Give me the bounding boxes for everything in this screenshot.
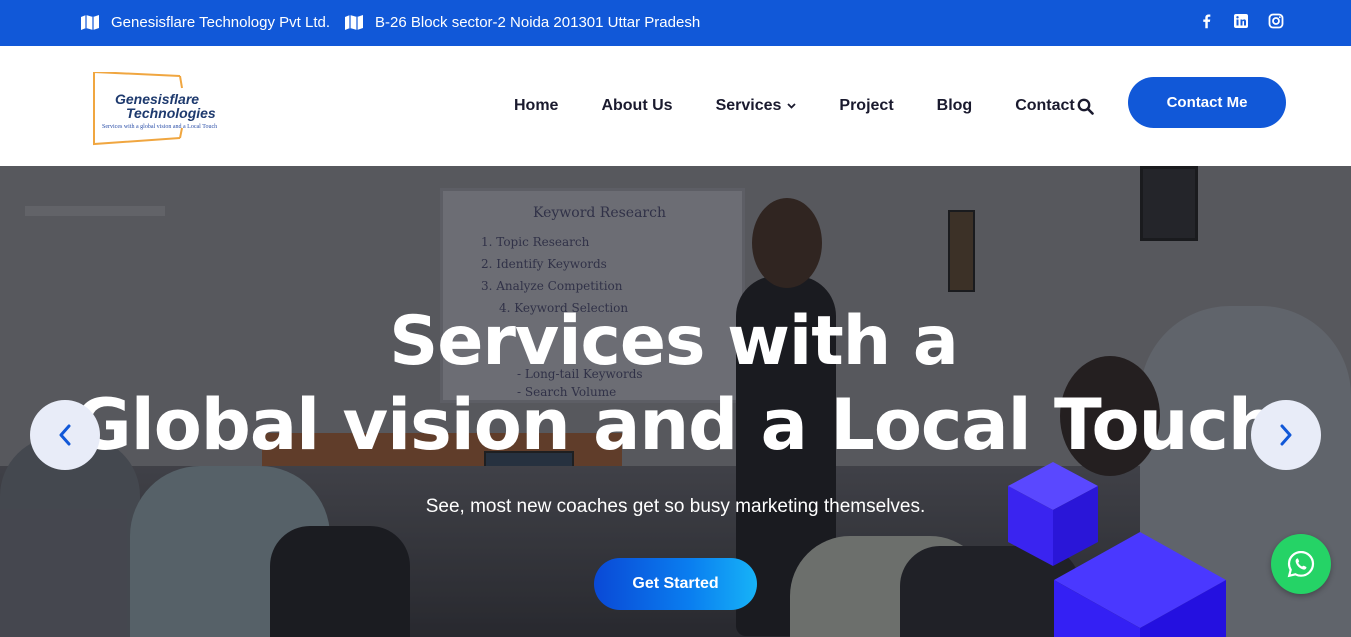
social-links xyxy=(1198,13,1285,30)
nav-services-label: Services xyxy=(715,97,782,114)
nav-about-us[interactable]: About Us xyxy=(601,97,672,115)
hero-subtitle: See, most new coaches get so busy market… xyxy=(425,496,926,517)
address-text: B-26 Block sector-2 Noida 201301 Uttar P… xyxy=(375,14,701,31)
facebook-icon[interactable] xyxy=(1198,13,1215,30)
chevron-down-icon xyxy=(787,103,797,109)
chevron-right-icon xyxy=(1280,424,1292,446)
nav-blog[interactable]: Blog xyxy=(937,97,973,115)
linkedin-icon[interactable] xyxy=(1233,13,1250,30)
hero-title-line2: Global vision and a Local Touch xyxy=(74,384,1277,466)
company-info: Genesisflare Technology Pvt Ltd. xyxy=(81,14,330,31)
top-info-bar: Genesisflare Technology Pvt Ltd. B-26 Bl… xyxy=(0,0,1351,46)
hero-slider: Keyword Research 1. Topic Research 2. Id… xyxy=(0,166,1351,637)
nav-contact[interactable]: Contact xyxy=(1015,97,1075,115)
map-icon xyxy=(81,15,99,30)
nav-project[interactable]: Project xyxy=(839,97,893,115)
nav-home[interactable]: Home xyxy=(514,97,558,115)
get-started-button[interactable]: Get Started xyxy=(594,558,757,610)
main-nav: Home About Us Services Project Blog Cont… xyxy=(514,97,1075,115)
decorative-cube-large xyxy=(1054,532,1226,637)
logo-tagline: Services with a global vision and a Loca… xyxy=(102,124,218,130)
main-header: Genesisflare Technologies Services with … xyxy=(0,46,1351,166)
hero-title-line1: Services with a xyxy=(389,302,958,381)
whatsapp-button[interactable] xyxy=(1271,534,1331,594)
slider-prev-button[interactable] xyxy=(30,400,100,470)
nav-services[interactable]: Services xyxy=(716,97,797,115)
map-icon xyxy=(345,15,363,30)
whatsapp-icon xyxy=(1287,550,1315,578)
logo[interactable]: Genesisflare Technologies Services with … xyxy=(92,72,252,146)
search-icon[interactable] xyxy=(1077,98,1094,115)
chevron-left-icon xyxy=(59,424,71,446)
instagram-icon[interactable] xyxy=(1268,13,1285,30)
address-info: B-26 Block sector-2 Noida 201301 Uttar P… xyxy=(345,14,700,31)
slider-next-button[interactable] xyxy=(1251,400,1321,470)
logo-text-line2: Technologies xyxy=(126,105,216,121)
company-name: Genesisflare Technology Pvt Ltd. xyxy=(111,14,331,31)
contact-me-button[interactable]: Contact Me xyxy=(1128,77,1286,128)
